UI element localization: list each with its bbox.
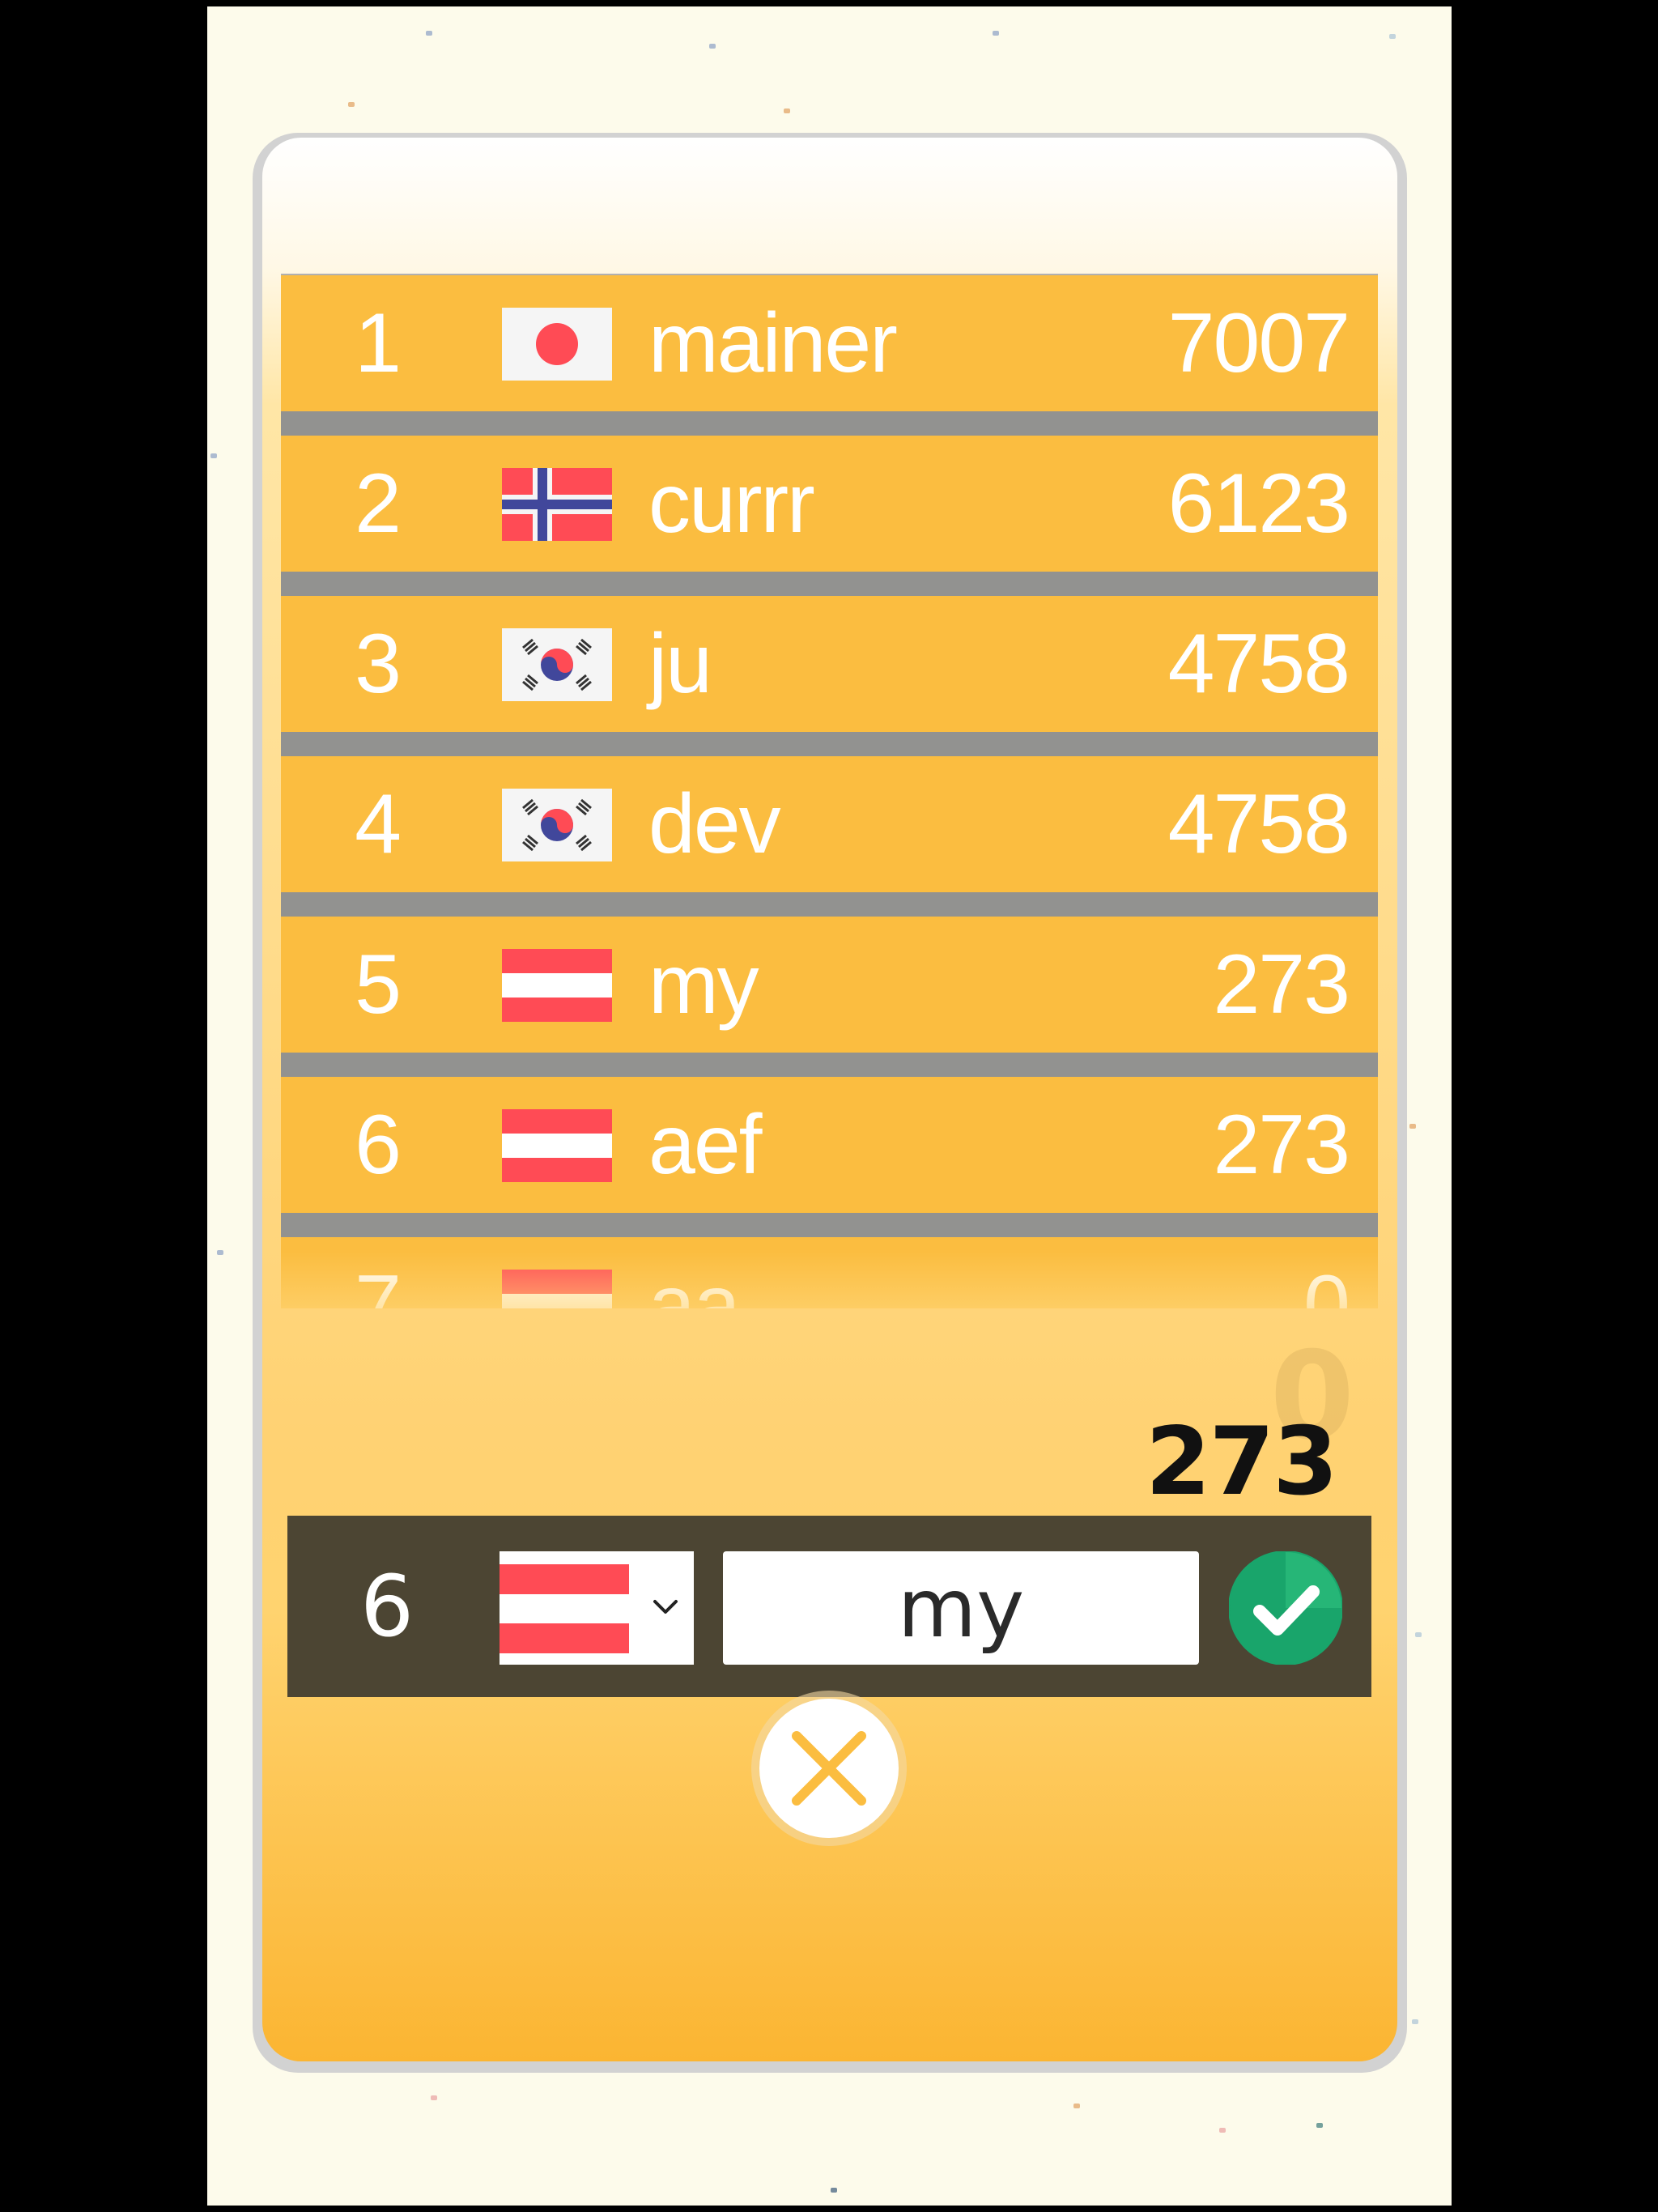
confetti-speck	[217, 1250, 223, 1255]
austria-flag-icon	[500, 1564, 629, 1653]
leaderboard-row: 3 ju 4758	[281, 596, 1378, 732]
row-score: 0	[1303, 1258, 1350, 1308]
check-circle-icon	[1228, 1551, 1343, 1665]
confetti-speck	[1389, 34, 1396, 39]
close-x-icon	[751, 1691, 907, 1846]
player-name-input[interactable]	[723, 1551, 1199, 1665]
confetti-speck	[1409, 1124, 1416, 1129]
country-flag-dropdown[interactable]	[500, 1551, 694, 1665]
close-button[interactable]	[750, 1689, 908, 1848]
row-player-name: aa	[648, 1258, 741, 1308]
confetti-speck	[709, 44, 716, 49]
row-score: 7007	[1167, 296, 1350, 390]
row-score: 273	[1213, 1098, 1350, 1192]
austria-flag-icon	[502, 1270, 612, 1308]
row-rank: 6	[355, 1098, 402, 1192]
leaderboard-row: 6 aef 273	[281, 1077, 1378, 1213]
row-rank: 5	[355, 938, 402, 1032]
row-rank: 1	[355, 296, 402, 390]
leaderboard-row: 2 currr 6123	[281, 436, 1378, 572]
norway-flag-icon	[502, 468, 612, 541]
row-rank: 4	[355, 777, 402, 871]
confetti-speck	[1412, 2019, 1418, 2024]
austria-flag-icon	[502, 949, 612, 1022]
leaderboard-row: 7 aa 0	[281, 1237, 1378, 1308]
confetti-speck	[1415, 1632, 1422, 1637]
row-score: 6123	[1167, 457, 1350, 551]
leaderboard-row: 5 my 273	[281, 917, 1378, 1053]
row-player-name: my	[648, 938, 759, 1032]
game-screen: 1 mainer 7007 2 currr 6123 3 ju 4758 4 dev 4758 5 m…	[207, 6, 1452, 2206]
south-korea-flag-icon	[502, 628, 612, 701]
confetti-speck	[426, 31, 432, 36]
row-score: 4758	[1167, 617, 1350, 711]
leaderboard-row: 4 dev 4758	[281, 756, 1378, 892]
confetti-speck	[993, 31, 999, 36]
confirm-button[interactable]	[1228, 1551, 1343, 1665]
row-rank: 2	[355, 457, 402, 551]
row-score: 273	[1213, 938, 1350, 1032]
confetti-speck	[1316, 2123, 1323, 2128]
chevron-down-icon	[645, 1582, 686, 1631]
row-rank: 7	[355, 1258, 402, 1308]
leaderboard-list[interactable]: 1 mainer 7007 2 currr 6123 3 ju 4758 4 dev 4758 5 m…	[281, 274, 1378, 1308]
current-score: 273	[1145, 1407, 1338, 1516]
row-player-name: dev	[648, 777, 781, 871]
japan-flag-icon	[502, 308, 612, 381]
confetti-speck	[431, 2095, 437, 2100]
row-player-name: mainer	[648, 296, 898, 390]
confetti-speck	[1073, 2104, 1080, 2108]
row-rank: 3	[355, 617, 402, 711]
confetti-speck	[831, 2188, 837, 2193]
row-score: 4758	[1167, 777, 1350, 871]
south-korea-flag-icon	[502, 789, 612, 861]
row-player-name: currr	[648, 457, 815, 551]
confetti-speck	[348, 102, 355, 107]
confetti-speck	[784, 108, 790, 113]
entry-rank: 6	[360, 1557, 414, 1656]
confetti-speck	[210, 453, 217, 458]
confetti-speck	[1219, 2128, 1226, 2133]
austria-flag-icon	[502, 1109, 612, 1182]
leaderboard-row: 1 mainer 7007	[281, 275, 1378, 411]
name-entry-bar: 6	[287, 1516, 1371, 1697]
row-player-name: ju	[648, 617, 712, 711]
row-player-name: aef	[648, 1098, 763, 1192]
